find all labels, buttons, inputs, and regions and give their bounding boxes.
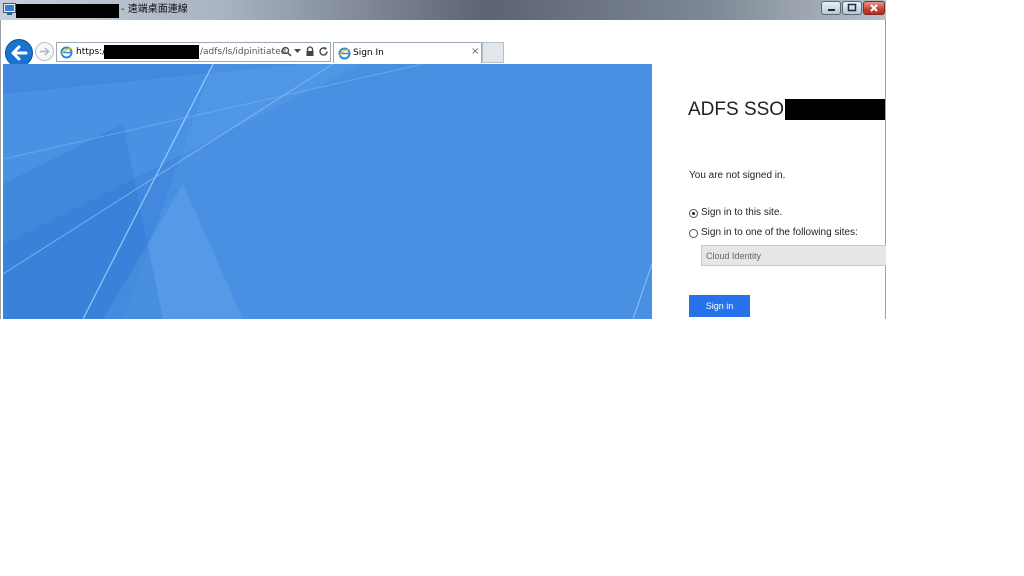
chevron-down-icon[interactable]	[294, 49, 301, 54]
address-bar[interactable]: https:// /adfs/ls/idpinitiated	[56, 42, 331, 62]
back-icon	[11, 45, 28, 61]
forward-icon	[40, 47, 50, 56]
window-title: - 遠端桌面連線	[121, 4, 188, 15]
ie-icon	[60, 46, 73, 59]
radio-label-this-site[interactable]: Sign in to this site.	[701, 206, 782, 220]
radio-label-other-sites[interactable]: Sign in to one of the following sites:	[701, 226, 858, 240]
radio-sign-in-other-sites[interactable]	[689, 229, 698, 238]
tab-label: Sign In	[353, 48, 384, 58]
radio-sign-in-this-site[interactable]	[689, 209, 698, 218]
minimize-icon	[828, 9, 835, 11]
url-path: /adfs/ls/idpinitiated	[200, 47, 287, 57]
tab-sign-in[interactable]: Sign In ×	[333, 42, 482, 63]
remote-desktop-window: - 遠端桌面連線 https:// /adfs/ls/idpinitiated …	[0, 0, 886, 319]
redacted-org-name	[785, 99, 885, 120]
maximize-icon	[847, 3, 857, 12]
remote-desktop-icon	[3, 3, 16, 15]
ie-icon	[338, 47, 351, 60]
redacted-domain	[104, 45, 199, 59]
lock-icon[interactable]	[305, 46, 315, 57]
page-title: ADFS SSO	[688, 99, 785, 120]
maximize-button[interactable]	[842, 1, 862, 15]
search-icon[interactable]	[281, 46, 292, 57]
illustration-shapes	[3, 64, 652, 319]
refresh-icon[interactable]	[318, 46, 329, 57]
sign-in-illustration	[3, 64, 652, 319]
minimize-button[interactable]	[821, 1, 841, 15]
redacted-host-name	[16, 4, 119, 18]
close-icon	[870, 4, 878, 12]
tab-close-button[interactable]: ×	[471, 46, 479, 58]
sign-in-button[interactable]: Sign in	[689, 295, 750, 317]
window-title-bar[interactable]: - 遠端桌面連線	[0, 0, 886, 20]
relying-party-select[interactable]: Cloud Identity	[701, 245, 886, 266]
new-tab-button[interactable]	[482, 42, 504, 63]
select-value: Cloud Identity	[706, 251, 762, 261]
back-button[interactable]	[5, 39, 33, 67]
sign-in-status: You are not signed in.	[689, 170, 786, 181]
close-button[interactable]	[863, 1, 885, 15]
forward-button[interactable]	[35, 42, 54, 61]
